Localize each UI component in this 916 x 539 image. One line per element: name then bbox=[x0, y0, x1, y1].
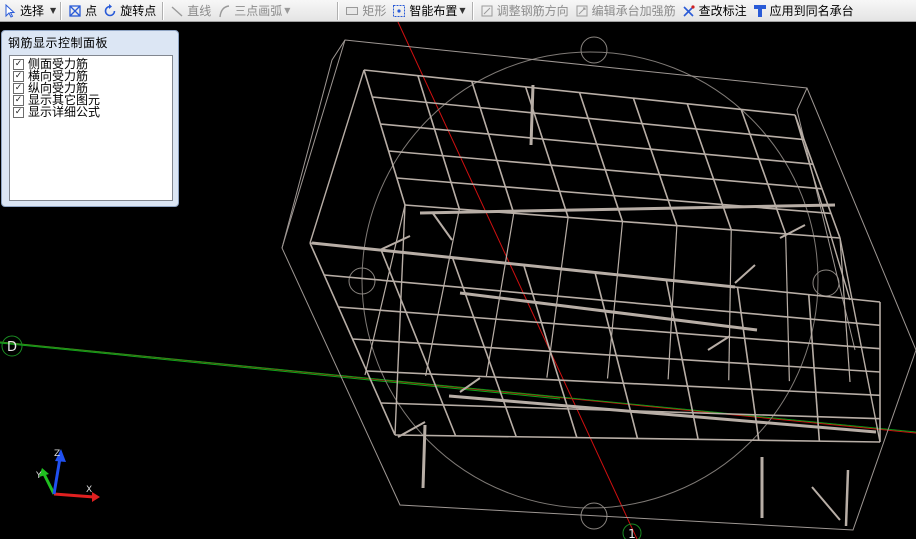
rebar-bar bbox=[740, 109, 787, 235]
rebar-bar bbox=[529, 84, 535, 146]
rebar-bar bbox=[734, 264, 756, 284]
rebar-bar bbox=[686, 103, 733, 231]
option-detailed-formula[interactable]: ✓ 显示详细公式 bbox=[10, 106, 172, 118]
select-label: 选择 bbox=[20, 4, 45, 18]
rotate-point-label: 旋转点 bbox=[120, 4, 157, 18]
axis-1-line bbox=[397, 22, 638, 539]
line-button[interactable]: 直线 bbox=[167, 1, 214, 21]
adjust-direction-icon bbox=[481, 5, 493, 16]
check-annotation-label: 查改标注 bbox=[698, 4, 747, 18]
rebar-bar bbox=[839, 237, 881, 443]
point-button[interactable]: 点 bbox=[65, 1, 100, 21]
rebar-bar bbox=[707, 335, 731, 351]
arc-label: 三点画弧 bbox=[234, 4, 283, 18]
rebar-bar bbox=[431, 211, 453, 241]
chevron-down-icon: ▼ bbox=[50, 6, 57, 15]
rect-label: 矩形 bbox=[362, 4, 387, 18]
rebar-bar bbox=[309, 69, 365, 244]
longitudinal-rebar-checkbox[interactable]: ✓ bbox=[13, 82, 24, 94]
detailed-formula-label: 显示详细公式 bbox=[28, 105, 101, 119]
rebar-display-panel: 钢筋显示控制面板 ✓ 侧面受力筋 ✓ 横向受力筋 ✓ 纵向受力筋 ✓ 显示其它图… bbox=[1, 30, 179, 207]
rect-button[interactable]: 矩形 bbox=[342, 1, 389, 21]
smart-layout-label: 智能布置 bbox=[409, 4, 458, 18]
rebar-bar bbox=[811, 486, 841, 521]
rebar-bar bbox=[366, 370, 881, 397]
rebar-bar bbox=[372, 96, 805, 141]
grid-icon bbox=[393, 4, 406, 17]
rebar-bar bbox=[421, 424, 427, 489]
apply-same-name-label: 应用到同名承台 bbox=[769, 4, 854, 18]
apply-same-name-button[interactable]: 应用到同名承台 bbox=[750, 1, 857, 21]
adjust-direction-label: 调整钢筋方向 bbox=[496, 4, 569, 18]
rebar-bar bbox=[844, 469, 850, 527]
rebar-cage bbox=[309, 69, 881, 527]
rebar-bar bbox=[485, 213, 515, 377]
rebar-bar bbox=[363, 69, 406, 206]
ucs-z-label: Z bbox=[54, 449, 60, 459]
rebar-bar bbox=[785, 233, 790, 382]
adjust-direction-button[interactable]: 调整钢筋方向 bbox=[477, 1, 572, 21]
apply-icon bbox=[753, 4, 766, 17]
ucs-icon: Z Y X bbox=[35, 449, 100, 502]
other-elements-checkbox[interactable]: ✓ bbox=[13, 94, 24, 106]
side-rebar-checkbox[interactable]: ✓ bbox=[13, 58, 24, 70]
edit-reinforcement-label: 编辑承台加强筋 bbox=[591, 4, 676, 18]
arc-icon bbox=[219, 4, 230, 17]
panel-title: 钢筋显示控制面板 bbox=[8, 36, 109, 50]
axis-d-line bbox=[0, 341, 916, 433]
rotate-point-button[interactable]: 旋转点 bbox=[100, 1, 159, 21]
toolbar-separator bbox=[337, 1, 340, 20]
chevron-down-icon: ▼ bbox=[284, 6, 291, 15]
chevron-down-icon: ▼ bbox=[459, 6, 466, 15]
cursor-icon bbox=[5, 3, 16, 18]
smart-layout-button[interactable]: 智能布置 ▼ bbox=[389, 1, 468, 21]
rebar-bar bbox=[578, 92, 624, 222]
rebar-bar bbox=[839, 237, 851, 383]
toolbar-separator bbox=[162, 1, 165, 20]
ucs-x-label: X bbox=[86, 485, 92, 495]
axis-1-label: 1 bbox=[628, 527, 636, 539]
pile-marker-right bbox=[812, 269, 840, 297]
check-annotation-button[interactable]: 查改标注 bbox=[679, 1, 750, 21]
select-button[interactable]: 选择 bbox=[0, 1, 47, 21]
pile-marker-top bbox=[580, 36, 608, 64]
toolbar-separator bbox=[471, 1, 474, 20]
rebar-bar bbox=[425, 209, 460, 376]
detailed-formula-checkbox[interactable]: ✓ bbox=[13, 106, 24, 118]
rebar-bar bbox=[667, 225, 678, 380]
arc-button[interactable]: 三点画弧 ▼ bbox=[214, 1, 293, 21]
rebar-bar bbox=[632, 97, 678, 226]
axis-d-label: D bbox=[7, 340, 17, 355]
point-icon bbox=[69, 4, 81, 17]
line-icon bbox=[171, 5, 183, 17]
line-label: 直线 bbox=[187, 4, 212, 18]
rebar-bar bbox=[794, 114, 851, 301]
toolbar-separator bbox=[60, 1, 63, 20]
point-label: 点 bbox=[85, 4, 98, 18]
annotation-icon bbox=[683, 4, 695, 17]
panel-option-list: ✓ 侧面受力筋 ✓ 横向受力筋 ✓ 纵向受力筋 ✓ 显示其它图元 ✓ 显示详细公… bbox=[9, 55, 173, 201]
rotate-icon bbox=[104, 3, 116, 16]
rebar-bar bbox=[794, 114, 841, 239]
edit-reinforcement-button[interactable]: 编辑承台加强筋 bbox=[572, 1, 679, 21]
rectangle-icon bbox=[346, 6, 359, 15]
rebar-bar bbox=[728, 229, 732, 381]
toolbar: 选择 ▼ 点 旋转点 直线 三点画弧 ▼ 矩形 智能布置 ▼ 调整钢筋方向 编辑… bbox=[0, 0, 916, 22]
transverse-rebar-checkbox[interactable]: ✓ bbox=[13, 70, 24, 82]
select-dropdown-button[interactable]: ▼ bbox=[47, 1, 57, 21]
rebar-bar bbox=[470, 81, 515, 214]
axis-d-green-line bbox=[0, 342, 561, 400]
ucs-y-label: Y bbox=[35, 471, 42, 481]
edit-icon bbox=[576, 5, 588, 16]
